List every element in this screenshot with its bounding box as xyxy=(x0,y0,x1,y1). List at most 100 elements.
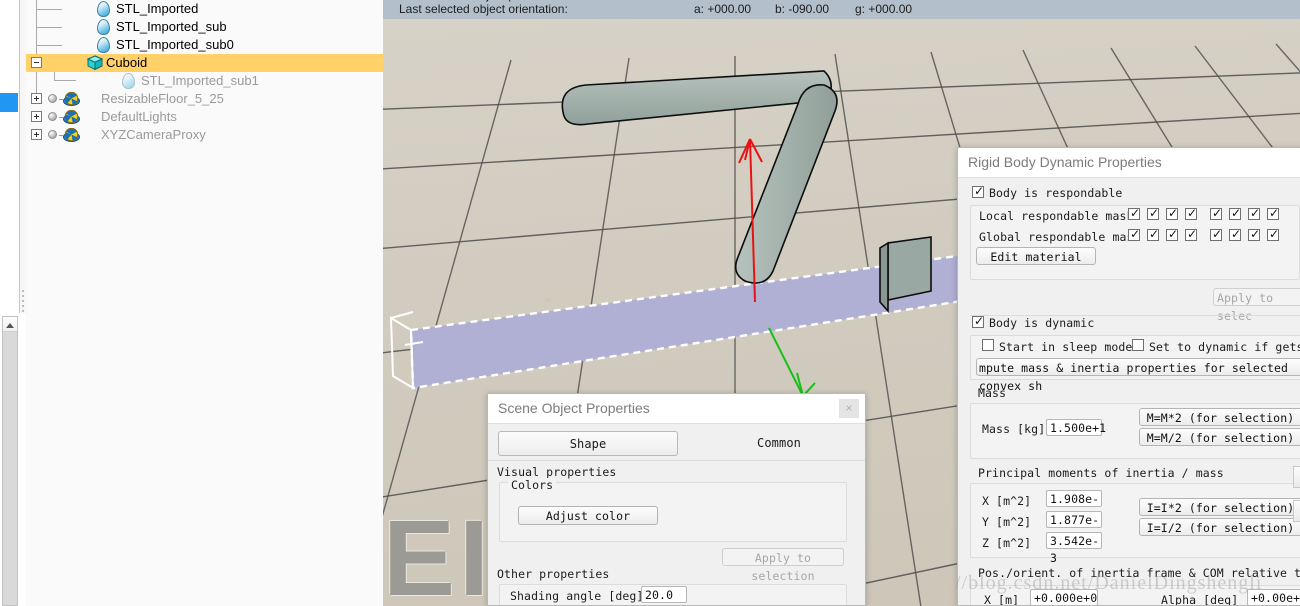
dialog-titlebar[interactable]: Scene Object Properties × xyxy=(488,394,865,424)
scroll-up-icon[interactable] xyxy=(3,317,17,332)
tree-item-stl-imported-sub[interactable]: STL_Imported_sub xyxy=(26,18,383,36)
sphere-icon xyxy=(48,130,57,139)
inertia-multiply-button[interactable]: I=I*2 (for selection) xyxy=(1139,498,1300,516)
model-icon xyxy=(63,127,80,142)
rb-scroll-nub-1[interactable] xyxy=(1293,466,1300,488)
start-in-sleep-mode-checkbox[interactable] xyxy=(982,339,994,351)
status-bar: Last selected object position: Last sele… xyxy=(383,0,1300,19)
tree-item-defaultlights[interactable]: DefaultLights xyxy=(26,108,383,126)
shading-angle-label: Shading angle [deg] xyxy=(510,589,644,603)
global-mask-checkbox-8[interactable] xyxy=(1267,227,1279,241)
cuboid-icon xyxy=(86,55,104,71)
global-mask-checkbox-5[interactable] xyxy=(1210,227,1222,241)
collapse-icon[interactable] xyxy=(31,57,42,68)
set-to-dynamic-checkbox[interactable] xyxy=(1132,339,1144,351)
body-is-respondable-label: Body is respondable xyxy=(989,186,1123,200)
local-mask-checkbox-7[interactable] xyxy=(1248,206,1260,220)
tree-item-label: STL_Imported xyxy=(116,1,199,16)
tree-item-label: ResizableFloor_5_25 xyxy=(101,91,224,106)
colors-group-label: Colors xyxy=(508,478,557,492)
scene-hierarchy-tree[interactable]: STL_Imported STL_Imported_sub STL_Imported… xyxy=(26,0,384,606)
local-mask-checkbox-8[interactable] xyxy=(1267,206,1279,220)
local-mask-checkbox-6[interactable] xyxy=(1229,206,1241,220)
tree-item-stl-imported-sub0[interactable]: STL_Imported_sub0 xyxy=(26,36,383,54)
tree-item-xyzcameraproxy[interactable]: XYZCameraProxy xyxy=(26,126,383,144)
watermark-text: //blog.csdn.net/DanielDingshengli xyxy=(955,572,1263,594)
tree-item-label: XYZCameraProxy xyxy=(101,127,206,142)
tab-common[interactable]: Common xyxy=(704,431,854,456)
mass-group-label: Mass xyxy=(978,386,1007,400)
left-vertical-scrollbar[interactable] xyxy=(2,316,18,606)
tree-item-label: STL_Imported_sub xyxy=(116,19,227,34)
scene-object-properties-dialog[interactable]: Scene Object Properties × Shape Common V… xyxy=(487,393,866,606)
visual-properties-label: Visual properties xyxy=(497,465,617,479)
global-mask-label: Global respondable mas xyxy=(979,230,1134,244)
close-icon[interactable]: × xyxy=(839,399,859,418)
local-mask-checkbox-5[interactable] xyxy=(1210,206,1222,220)
set-to-dynamic-label: Set to dynamic if gets par xyxy=(1149,340,1300,354)
status-orientation-b: b: -090.00 xyxy=(775,2,830,16)
left-gutter-panel xyxy=(0,0,20,313)
rb-apply-to-selection-button[interactable]: Apply to selec xyxy=(1213,288,1300,323)
global-mask-checkbox-6[interactable] xyxy=(1229,227,1241,241)
expand-icon[interactable] xyxy=(31,93,42,104)
global-mask-checkbox-2[interactable] xyxy=(1147,227,1159,241)
tree-item-cuboid[interactable]: Cuboid xyxy=(26,54,383,72)
rb-scroll-nub-2[interactable] xyxy=(1293,500,1300,522)
body-is-dynamic-label: Body is dynamic xyxy=(989,316,1095,330)
body-is-dynamic-checkbox[interactable] xyxy=(972,314,984,328)
tree-item-stl-imported[interactable]: STL_Imported xyxy=(26,0,383,18)
status-orientation-g: g: +000.00 xyxy=(855,2,913,16)
other-properties-label: Other properties xyxy=(497,567,610,581)
inertia-input-x[interactable]: 1.908e-1 xyxy=(1046,490,1102,523)
inertia-divide-button[interactable]: I=I/2 (for selection) xyxy=(1139,518,1300,536)
mass-divide-button[interactable]: M=M/2 (for selection) xyxy=(1139,428,1300,446)
mass-label: Mass [kg] xyxy=(982,422,1046,436)
shading-angle-input[interactable]: 20.0 xyxy=(641,586,687,603)
expand-icon[interactable] xyxy=(31,129,42,140)
local-mask-checkbox-2[interactable] xyxy=(1147,206,1159,220)
apply-to-selection-button[interactable]: Apply to selection xyxy=(722,548,844,583)
local-mask-checkbox-4[interactable] xyxy=(1185,206,1197,220)
shape-icon xyxy=(97,37,110,53)
model-icon xyxy=(63,91,80,106)
inertia-input-z[interactable]: 3.542e-3 xyxy=(1046,532,1102,565)
tree-item-label: DefaultLights xyxy=(101,109,177,124)
tab-divider xyxy=(488,460,865,461)
selection-marker xyxy=(0,93,18,112)
body-is-respondable-checkbox[interactable] xyxy=(972,184,984,198)
tree-item-label: STL_Imported_sub1 xyxy=(141,73,259,88)
tree-item-stl-imported-sub1[interactable]: STL_Imported_sub1 xyxy=(26,72,383,90)
rigid-body-dynamic-properties-dialog[interactable]: Rigid Body Dynamic Properties Body is re… xyxy=(957,147,1300,606)
left-gutter xyxy=(0,0,20,606)
adjust-color-button[interactable]: Adjust color xyxy=(518,506,658,525)
local-mask-checkbox-3[interactable] xyxy=(1166,206,1178,220)
mass-input[interactable]: 1.500e+1 xyxy=(1046,419,1106,436)
rb-dialog-titlebar[interactable]: Rigid Body Dynamic Properties xyxy=(958,148,1300,178)
global-mask-checkbox-1[interactable] xyxy=(1128,227,1140,241)
sphere-icon xyxy=(48,112,57,121)
shape-icon xyxy=(122,73,135,89)
local-mask-checkbox-1[interactable] xyxy=(1128,206,1140,220)
dialog-title: Scene Object Properties xyxy=(498,400,650,416)
sphere-icon xyxy=(48,94,57,103)
compute-mass-inertia-button[interactable]: mpute mass & inertia properties for sele… xyxy=(976,358,1300,393)
global-mask-checkbox-4[interactable] xyxy=(1185,227,1197,241)
model-icon xyxy=(63,109,80,124)
status-orientation-a: a: +000.00 xyxy=(694,2,752,16)
edit-material-button[interactable]: Edit material xyxy=(976,247,1096,265)
inertia-axis-label-y: Y [m^2] xyxy=(982,515,1032,529)
status-last-orientation: Last selected object orientation: xyxy=(399,2,568,16)
shape-icon xyxy=(97,19,110,35)
tab-shape[interactable]: Shape xyxy=(498,431,678,456)
expand-icon[interactable] xyxy=(31,111,42,122)
local-mask-label: Local respondable mask xyxy=(979,209,1134,223)
tree-item-resizablefloor-5-25[interactable]: ResizableFloor_5_25 xyxy=(26,90,383,108)
rb-dialog-title: Rigid Body Dynamic Properties xyxy=(968,154,1162,170)
inertia-group-label: Principal moments of inertia / mass xyxy=(978,466,1224,480)
tree-item-label: Cuboid xyxy=(106,55,148,70)
global-mask-checkbox-7[interactable] xyxy=(1248,227,1260,241)
global-mask-checkbox-3[interactable] xyxy=(1166,227,1178,241)
mass-multiply-button[interactable]: M=M*2 (for selection) xyxy=(1139,408,1300,426)
inertia-input-y[interactable]: 1.877e-1 xyxy=(1046,511,1102,544)
